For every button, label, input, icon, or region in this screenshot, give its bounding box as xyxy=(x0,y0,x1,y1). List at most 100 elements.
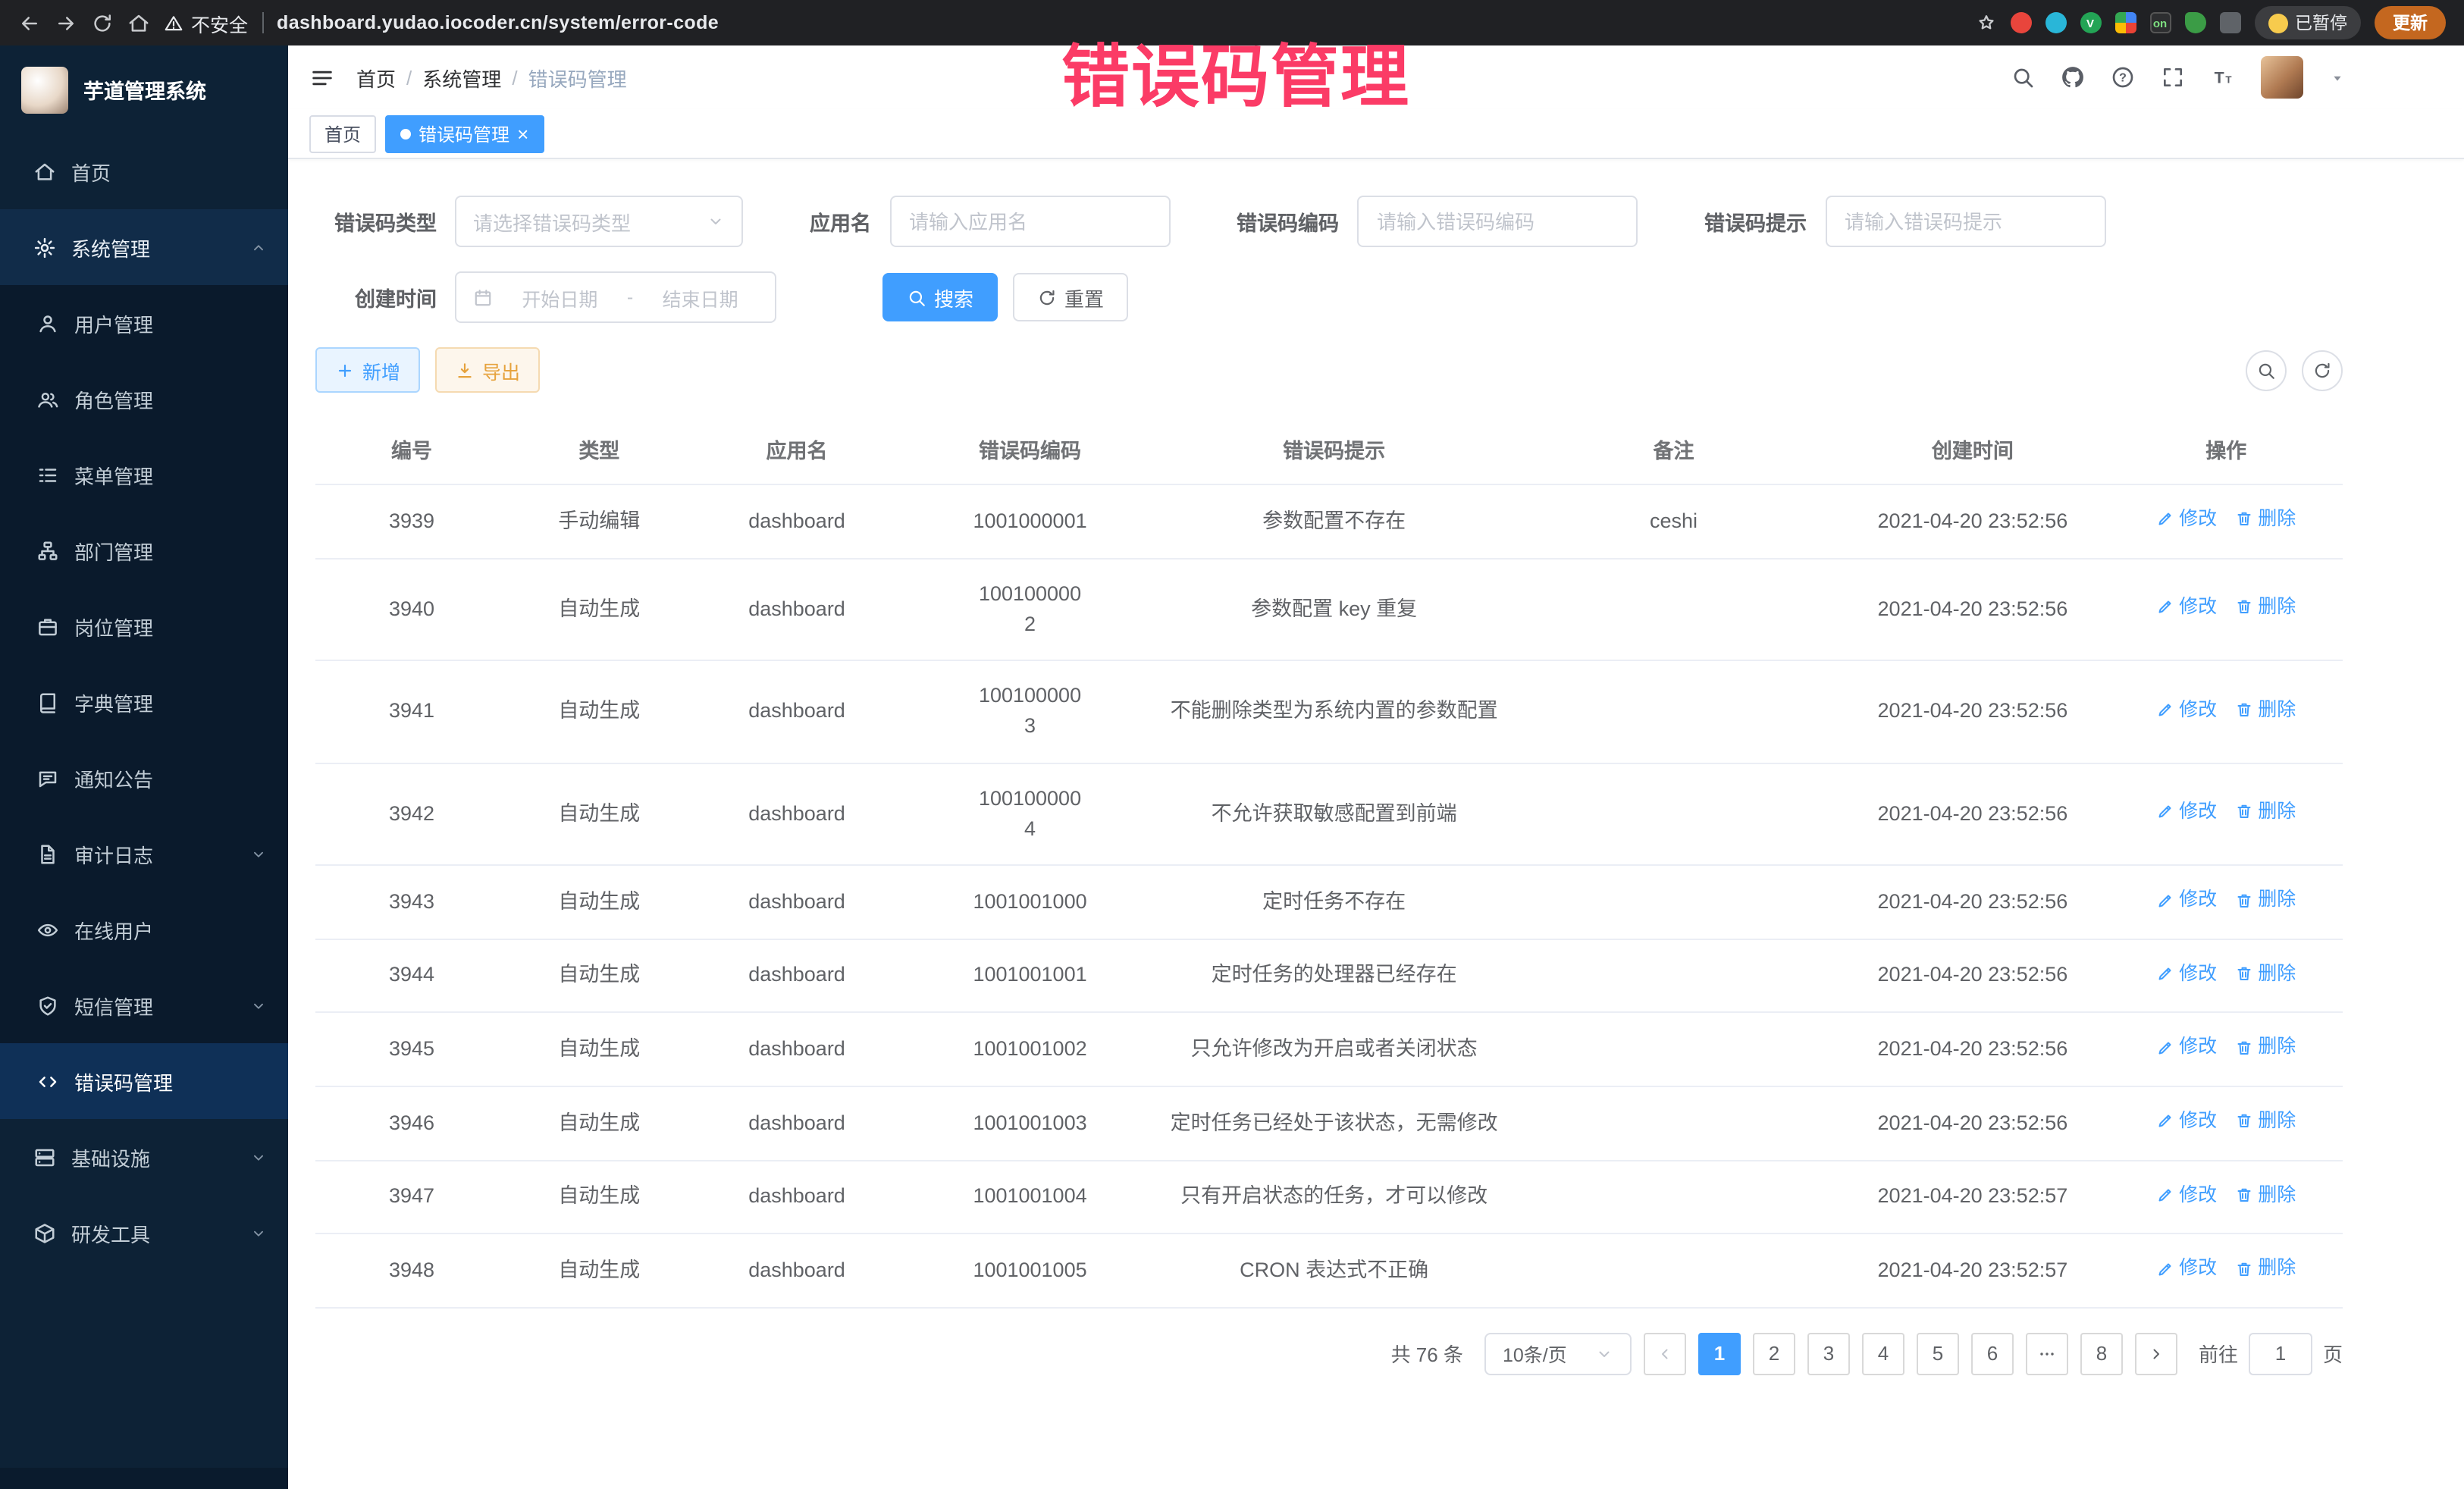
delete-link[interactable]: 删除 xyxy=(2235,593,2296,622)
caret-down-icon[interactable] xyxy=(2329,69,2346,86)
page-size-select[interactable]: 10条/页 xyxy=(1484,1333,1632,1375)
forward-icon[interactable] xyxy=(55,11,77,34)
edit-link[interactable]: 修改 xyxy=(2156,505,2217,534)
error-type-select[interactable]: 请选择错误码类型 xyxy=(455,196,743,247)
extension-icon[interactable]: on xyxy=(2149,12,2171,33)
delete-link[interactable]: 删除 xyxy=(2235,1255,2296,1284)
fullscreen-icon[interactable] xyxy=(2161,65,2185,89)
sidebar-item-posts[interactable]: 岗位管理 xyxy=(0,588,288,664)
edit-link[interactable]: 修改 xyxy=(2156,1107,2217,1136)
sidebar-item-roles[interactable]: 角色管理 xyxy=(0,361,288,437)
delete-link[interactable]: 删除 xyxy=(2235,1107,2296,1136)
github-icon[interactable] xyxy=(2061,65,2085,89)
divider xyxy=(262,12,263,33)
extension-icon[interactable] xyxy=(2184,12,2205,33)
delete-link[interactable]: 删除 xyxy=(2235,886,2296,914)
page-button-6[interactable]: 6 xyxy=(1971,1333,2014,1375)
url-text[interactable]: dashboard.yudao.iocoder.cn/system/error-… xyxy=(277,12,719,33)
extension-icon[interactable] xyxy=(2045,12,2066,33)
profile-paused-chip[interactable]: 已暂停 xyxy=(2254,6,2361,39)
font-size-icon[interactable]: TT xyxy=(2211,65,2235,89)
delete-link[interactable]: 删除 xyxy=(2235,798,2296,826)
sidebar-item-users[interactable]: 用户管理 xyxy=(0,285,288,361)
sidebar-item-system[interactable]: 系统管理 xyxy=(0,209,288,285)
edit-link[interactable]: 修改 xyxy=(2156,798,2217,826)
view-tab[interactable]: 首页 xyxy=(309,114,376,152)
goto-page-input[interactable] xyxy=(2249,1333,2312,1375)
edit-link[interactable]: 修改 xyxy=(2156,1255,2217,1284)
cell-created: 2021-04-20 23:52:56 xyxy=(1835,865,2109,939)
delete-link[interactable]: 删除 xyxy=(2235,505,2296,534)
puzzle-extension-icon[interactable] xyxy=(2219,12,2240,33)
sidebar-item-menus[interactable]: 菜单管理 xyxy=(0,437,288,513)
cell-remark xyxy=(1512,1160,1836,1234)
extension-icon[interactable] xyxy=(2114,12,2136,33)
error-hint-input[interactable] xyxy=(1825,196,2105,247)
cell-id: 3948 xyxy=(315,1234,508,1308)
page-button-2[interactable]: 2 xyxy=(1753,1333,1795,1375)
page-button-4[interactable]: 4 xyxy=(1862,1333,1904,1375)
edit-link[interactable]: 修改 xyxy=(2156,1180,2217,1209)
sidebar-item-depts[interactable]: 部门管理 xyxy=(0,513,288,588)
breadcrumb-item[interactable]: 系统管理 xyxy=(422,63,501,92)
prev-page-button[interactable] xyxy=(1644,1333,1686,1375)
extension-icon[interactable]: V xyxy=(2080,12,2101,33)
help-icon[interactable]: ? xyxy=(2111,65,2135,89)
sidebar-item-devtools[interactable]: 研发工具 xyxy=(0,1195,288,1271)
edit-link[interactable]: 修改 xyxy=(2156,695,2217,724)
sidebar-item-dicts[interactable]: 字典管理 xyxy=(0,664,288,740)
reset-button[interactable]: 重置 xyxy=(1013,273,1128,321)
close-icon[interactable]: × xyxy=(517,124,528,143)
search-icon[interactable] xyxy=(2011,65,2035,89)
delete-link[interactable]: 删除 xyxy=(2235,1180,2296,1209)
bookmark-star-icon[interactable] xyxy=(1975,12,1996,33)
sidebar-item-audit-logs[interactable]: 审计日志 xyxy=(0,816,288,892)
edit-link[interactable]: 修改 xyxy=(2156,960,2217,989)
error-code-input[interactable] xyxy=(1357,196,1638,247)
page-button-5[interactable]: 5 xyxy=(1917,1333,1959,1375)
search-button[interactable]: 搜索 xyxy=(882,273,998,321)
page-button-8[interactable]: 8 xyxy=(2080,1333,2123,1375)
sidebar-item-infra[interactable]: 基础设施 xyxy=(0,1119,288,1195)
refresh-table-button[interactable] xyxy=(2302,350,2343,390)
back-icon[interactable] xyxy=(18,11,41,34)
update-button[interactable]: 更新 xyxy=(2375,6,2446,39)
hamburger-icon[interactable] xyxy=(309,64,335,90)
page-button-3[interactable]: 3 xyxy=(1807,1333,1850,1375)
delete-link[interactable]: 删除 xyxy=(2235,1033,2296,1062)
add-button[interactable]: 新增 xyxy=(315,347,420,393)
edit-link-label: 修改 xyxy=(2179,886,2217,914)
app-name-input[interactable] xyxy=(889,196,1170,247)
next-page-button[interactable] xyxy=(2135,1333,2177,1375)
select-placeholder: 请选择错误码类型 xyxy=(473,207,631,236)
security-chip[interactable]: 不安全 xyxy=(164,8,248,37)
sidebar-item-notices[interactable]: 通知公告 xyxy=(0,740,288,816)
chevron-down-icon xyxy=(250,997,267,1014)
edit-link[interactable]: 修改 xyxy=(2156,593,2217,622)
logo[interactable]: 芋道管理系统 xyxy=(0,45,288,133)
sidebar-item-home[interactable]: 首页 xyxy=(0,133,288,209)
page-button-1[interactable]: 1 xyxy=(1698,1333,1741,1375)
view-tab[interactable]: 错误码管理× xyxy=(385,114,544,152)
date-range-picker[interactable]: 开始日期 - 结束日期 xyxy=(455,271,776,323)
delete-link[interactable]: 删除 xyxy=(2235,695,2296,724)
reload-icon[interactable] xyxy=(91,11,114,34)
toggle-search-button[interactable] xyxy=(2246,350,2287,390)
pagination-more[interactable] xyxy=(2026,1333,2068,1375)
error-code-filter: 错误码编码 xyxy=(1237,196,1638,247)
create-time-filter: 创建时间 开始日期 - 结束日期 xyxy=(315,271,776,323)
edit-link-label: 修改 xyxy=(2179,695,2217,724)
sidebar-item-error-codes[interactable]: 错误码管理 xyxy=(0,1043,288,1119)
sidebar-item-sms[interactable]: 短信管理 xyxy=(0,967,288,1043)
breadcrumb-item[interactable]: 首页 xyxy=(356,63,396,92)
avatar[interactable] xyxy=(2261,56,2303,99)
edit-link[interactable]: 修改 xyxy=(2156,1033,2217,1062)
delete-link[interactable]: 删除 xyxy=(2235,960,2296,989)
export-button[interactable]: 导出 xyxy=(435,347,540,393)
sidebar-item-online-users[interactable]: 在线用户 xyxy=(0,892,288,967)
refresh-icon xyxy=(2312,360,2332,380)
browser-home-icon[interactable] xyxy=(127,11,150,34)
breadcrumb-item[interactable]: 错误码管理 xyxy=(528,63,627,92)
extension-icon[interactable] xyxy=(2010,12,2031,33)
edit-link[interactable]: 修改 xyxy=(2156,886,2217,914)
